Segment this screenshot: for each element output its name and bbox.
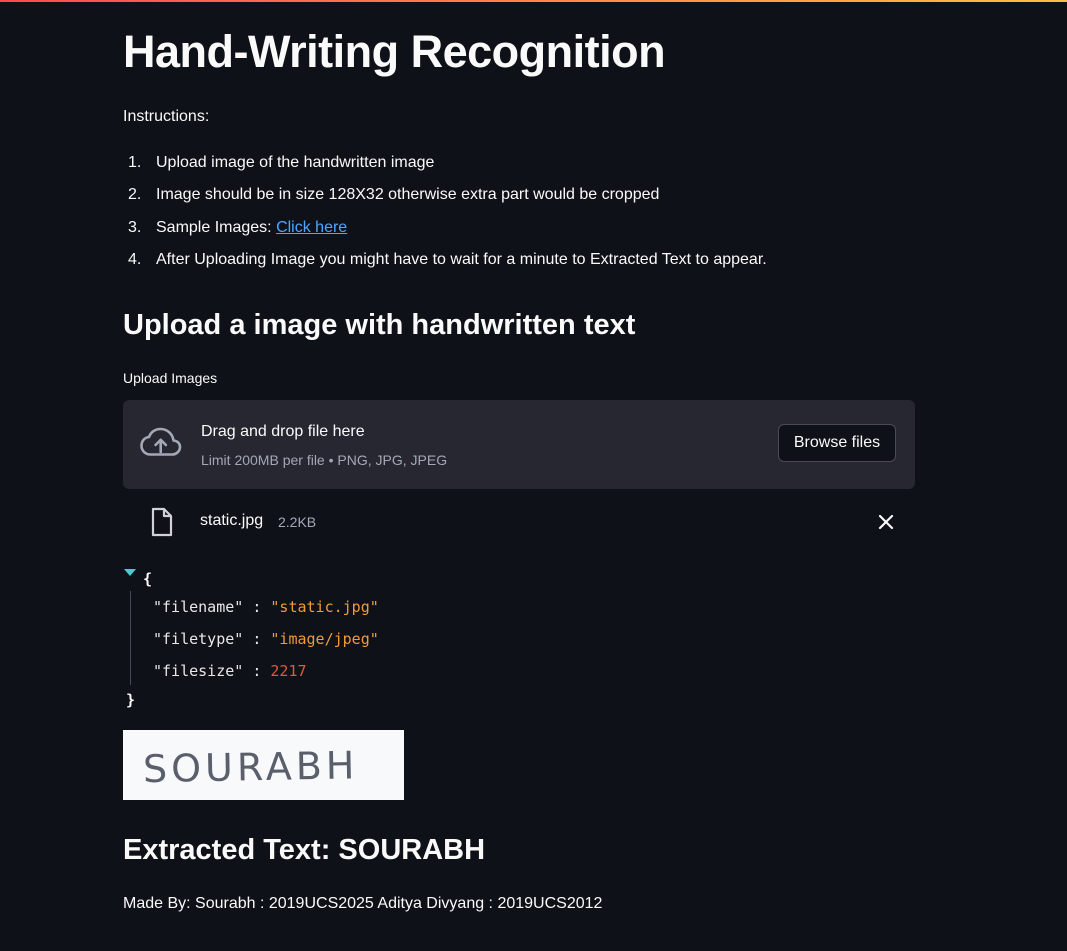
instruction-item: 2. Image should be in size 128X32 otherw… — [123, 184, 767, 216]
dropzone-limit-text: Limit 200MB per file • PNG, JPG, JPEG — [201, 452, 448, 468]
json-value: "static.jpg" — [270, 598, 379, 616]
dropzone-title: Drag and drop file here — [201, 423, 365, 440]
json-colon: : — [243, 598, 271, 616]
json-value: "image/jpeg" — [270, 630, 379, 648]
page-title: Hand-Writing Recognition — [123, 26, 666, 77]
collapse-toggle-icon[interactable] — [124, 569, 136, 576]
json-key: "filename" — [153, 598, 244, 616]
sample-images-link[interactable]: Click here — [276, 219, 347, 236]
credits-text: Made By: Sourabh : 2019UCS2025 Aditya Di… — [123, 895, 603, 912]
handwriting-sample: SOURABH — [123, 730, 404, 800]
close-icon[interactable] — [875, 511, 897, 533]
instruction-number: 4. — [128, 250, 142, 268]
instruction-number: 1. — [128, 154, 142, 171]
file-dropzone[interactable]: Drag and drop file here Limit 200MB per … — [123, 400, 915, 489]
json-row: "filesize" : 2217 — [153, 660, 307, 682]
file-icon — [151, 507, 173, 537]
json-close-brace: } — [126, 691, 136, 709]
instruction-text: Image should be in size 128X32 otherwise… — [156, 186, 660, 204]
uploaded-file-name: static.jpg — [200, 512, 264, 529]
instruction-number: 2. — [128, 186, 142, 204]
extracted-text-heading: Extracted Text: SOURABH — [123, 834, 486, 866]
json-colon: : — [243, 662, 271, 680]
top-decoration-bar — [0, 0, 1067, 2]
instruction-text: Upload image of the handwritten image — [156, 154, 435, 171]
upload-heading: Upload a image with handwritten text — [123, 309, 636, 341]
json-indent-guide — [130, 591, 131, 685]
cloud-upload-icon — [140, 427, 182, 456]
instruction-item: 1. Upload image of the handwritten image — [123, 152, 767, 184]
instruction-item: 3. Sample Images: Click here — [123, 217, 767, 249]
uploaded-file-row: static.jpg 2.2KB — [123, 503, 915, 539]
instruction-number: 3. — [128, 218, 142, 236]
uploaded-handwriting-image: SOURABH — [123, 730, 404, 800]
uploader-label: Upload Images — [123, 370, 218, 386]
json-key: "filetype" — [153, 630, 244, 648]
json-open-brace: { — [143, 570, 153, 588]
json-key: "filesize" — [153, 662, 244, 680]
instruction-text: After Uploading Image you might have to … — [156, 250, 767, 268]
handwriting-text: SOURABH — [143, 743, 359, 791]
json-value: 2217 — [270, 662, 307, 680]
json-colon: : — [243, 630, 271, 648]
browse-files-button[interactable]: Browse files — [778, 424, 896, 462]
json-row: "filetype" : "image/jpeg" — [153, 628, 379, 650]
instructions-list: 1. Upload image of the handwritten image… — [123, 152, 767, 281]
instruction-text: Sample Images: — [156, 218, 277, 236]
instructions-label: Instructions: — [123, 108, 210, 125]
json-row: "filename" : "static.jpg" — [153, 596, 379, 618]
instruction-item: 4. After Uploading Image you might have … — [123, 249, 767, 281]
uploaded-file-size: 2.2KB — [278, 514, 317, 530]
